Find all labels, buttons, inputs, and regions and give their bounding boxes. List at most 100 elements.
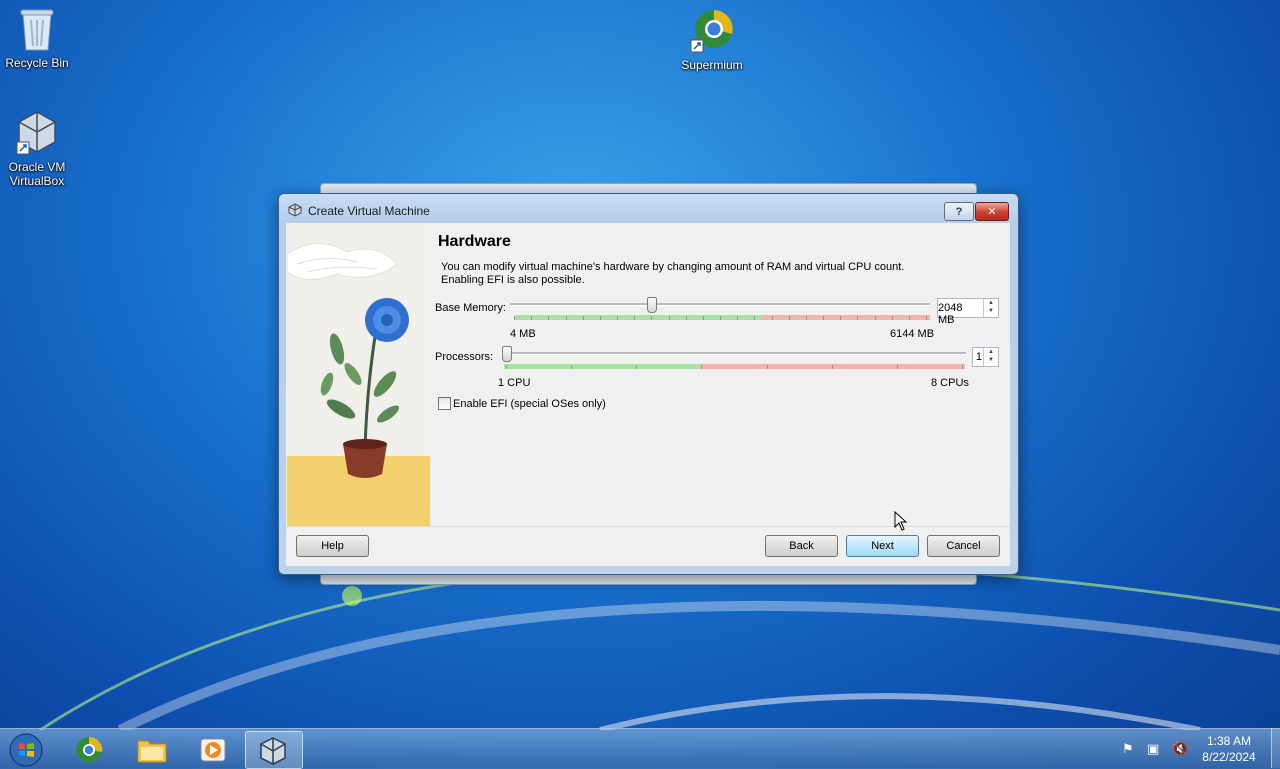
taskbar-virtualbox[interactable] [245, 731, 303, 769]
slider-tick [685, 316, 687, 320]
processors-label: Processors: [435, 351, 494, 363]
memory-danger-zone [762, 315, 930, 320]
title-help-button[interactable]: ? [944, 202, 974, 221]
supermium-label: Supermium [681, 58, 743, 72]
windows-start-orb-icon [9, 733, 43, 767]
supermium-browser-icon [76, 736, 103, 763]
slider-tick [565, 316, 567, 320]
hardware-page: Hardware You can modify virtual machine'… [435, 223, 1006, 523]
slider-tick [571, 365, 573, 369]
slider-tick [634, 316, 636, 320]
clock-date: 8/22/2024 [1202, 750, 1256, 764]
processors-spinbox[interactable]: 1 ▲ ▼ [972, 347, 999, 367]
slider-tick [701, 365, 703, 369]
virtualbox-icon [260, 737, 286, 765]
slider-tick [823, 316, 824, 320]
cpu-slider-track [502, 352, 966, 355]
virtualbox-icon [288, 203, 302, 217]
memory-slider-track [510, 303, 930, 306]
description-line-2: Enabling EFI is also possible. [441, 274, 585, 286]
taskbar [0, 728, 1280, 769]
recycle-bin-shortcut[interactable]: Recycle Bin [0, 6, 76, 70]
start-button[interactable] [0, 731, 52, 767]
memory-spin-arrows[interactable]: ▲ ▼ [983, 299, 998, 317]
dialog-titlebar[interactable]: Create Virtual Machine ? ✕ [279, 194, 1018, 224]
mouse-cursor-icon [894, 511, 908, 531]
slider-tick [754, 316, 756, 320]
slider-tick [506, 365, 507, 369]
media-player-icon [200, 738, 226, 762]
virtualbox-label: Oracle VM VirtualBox [8, 160, 66, 188]
slider-tick [857, 316, 859, 320]
title-close-button[interactable]: ✕ [975, 202, 1009, 221]
enable-efi-label[interactable]: Enable EFI (special OSes only) [453, 398, 606, 410]
network-icon[interactable]: ▣ [1147, 741, 1159, 757]
cpu-spin-arrows[interactable]: ▲ ▼ [983, 348, 998, 366]
slider-tick [702, 316, 704, 320]
slider-tick [617, 316, 618, 320]
memory-max-label: 6144 MB [890, 328, 935, 340]
supermium-shortcut[interactable]: Supermium [673, 8, 751, 72]
taskbar-media-player[interactable] [186, 731, 242, 767]
description-line-1: You can modify virtual machine's hardwar… [441, 261, 905, 273]
next-button[interactable]: Next [846, 535, 919, 557]
base-memory-label: Base Memory: [435, 302, 506, 314]
enable-efi-checkbox[interactable] [438, 397, 451, 410]
slider-tick [908, 316, 910, 320]
slider-tick [766, 365, 768, 369]
slider-tick [926, 316, 927, 320]
memory-min-label: 4 MB [510, 328, 536, 340]
memory-safe-zone [515, 315, 762, 320]
cpu-max-label: 8 CPUs [931, 377, 969, 389]
slider-tick [737, 316, 739, 320]
slider-tick [831, 365, 833, 369]
base-memory-spinbox[interactable]: 2048 MB ▲ ▼ [937, 298, 999, 326]
volume-muted-icon[interactable]: 🔇 [1172, 741, 1188, 757]
memory-slider-thumb[interactable] [646, 297, 657, 313]
slider-tick [651, 316, 653, 320]
recycle-bin-label: Recycle Bin [5, 56, 69, 70]
dialog-title: Create Virtual Machine [308, 204, 430, 218]
supermium-browser-icon [690, 10, 733, 53]
spin-up-icon[interactable]: ▲ [984, 348, 998, 356]
slider-tick [636, 365, 638, 369]
taskbar-supermium[interactable] [62, 731, 118, 767]
page-description: You can modify virtual machine's hardwar… [441, 261, 941, 287]
slider-tick [514, 316, 515, 320]
slider-tick [788, 316, 790, 320]
help-button[interactable]: Help [296, 535, 369, 557]
show-desktop-button[interactable] [1271, 728, 1280, 768]
back-button[interactable]: Back [765, 535, 838, 557]
slider-tick [531, 316, 533, 320]
cpu-min-label: 1 CPU [498, 377, 531, 389]
virtualbox-shortcut[interactable]: Oracle VM VirtualBox [0, 110, 76, 188]
action-center-flag-icon[interactable]: ⚑ [1122, 741, 1134, 757]
memory-value: 2048 MB [938, 302, 963, 326]
slider-tick [962, 365, 963, 369]
slider-tick [896, 365, 898, 369]
page-title: Hardware [438, 233, 511, 250]
spin-down-icon[interactable]: ▼ [984, 356, 998, 364]
slider-tick [771, 316, 773, 320]
cpu-slider-thumb[interactable] [502, 346, 512, 362]
slider-tick [668, 316, 670, 320]
clock-time: 1:38 AM [1206, 734, 1252, 748]
slider-tick [874, 316, 876, 320]
slider-tick [805, 316, 807, 320]
spin-down-icon[interactable]: ▼ [984, 307, 998, 315]
wizard-flower-illustration [287, 224, 430, 526]
processors-value: 1 [975, 351, 982, 363]
cancel-button[interactable]: Cancel [927, 535, 1000, 557]
folder-icon [137, 740, 167, 763]
slider-tick [840, 316, 842, 320]
taskbar-windows-explorer[interactable] [124, 731, 180, 767]
recycle-bin-icon [20, 9, 54, 51]
spin-up-icon[interactable]: ▲ [984, 299, 998, 307]
slider-tick [599, 316, 601, 320]
slider-tick [582, 316, 584, 320]
virtualbox-icon [16, 111, 56, 155]
cpu-safe-zone [504, 364, 700, 369]
slider-tick [891, 316, 893, 320]
system-clock[interactable]: 1:38 AM 8/22/2024 [1190, 733, 1268, 765]
slider-tick [548, 316, 550, 320]
